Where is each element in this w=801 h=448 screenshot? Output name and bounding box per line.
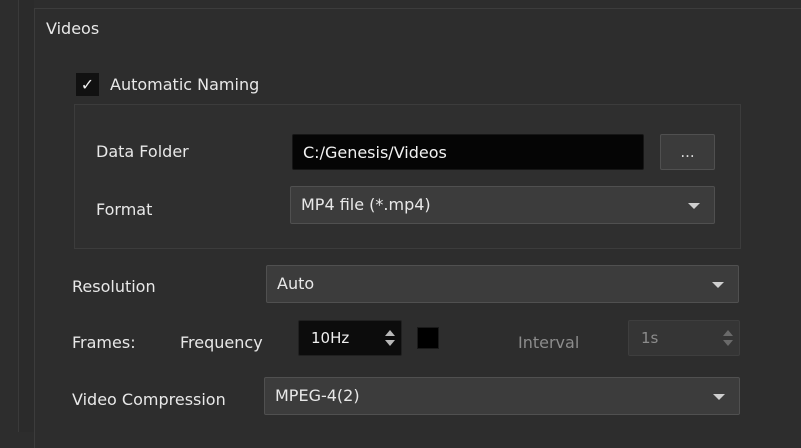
interval-spinbox[interactable]: 1s	[628, 320, 740, 356]
chevron-down-icon	[713, 394, 725, 400]
browse-folder-button[interactable]: ...	[660, 134, 715, 170]
outer-frame	[18, 0, 34, 432]
chevron-down-icon	[712, 282, 724, 288]
automatic-naming-label[interactable]: Automatic Naming	[110, 73, 259, 97]
format-label: Format	[96, 200, 153, 219]
video-compression-selected-value: MPEG-4(2)	[275, 386, 360, 405]
interval-value: 1s	[641, 329, 659, 347]
data-folder-input[interactable]: C:/Genesis/Videos	[292, 134, 644, 170]
arrow-up-icon[interactable]	[385, 330, 395, 336]
interval-label: Interval	[518, 333, 580, 352]
frequency-label: Frequency	[180, 333, 263, 352]
frequency-value: 10Hz	[311, 329, 350, 347]
arrow-down-icon[interactable]	[385, 340, 395, 346]
naming-options-group	[74, 104, 741, 249]
chevron-down-icon	[688, 203, 700, 209]
frames-label: Frames:	[72, 333, 136, 352]
data-folder-label: Data Folder	[96, 142, 189, 161]
format-dropdown[interactable]: MP4 file (*.mp4)	[290, 186, 715, 224]
spin-arrows-icon[interactable]	[721, 328, 735, 350]
spin-arrows-icon[interactable]	[383, 328, 397, 350]
frame-color-swatch[interactable]	[417, 327, 439, 349]
frequency-spinbox[interactable]: 10Hz	[298, 320, 402, 356]
video-compression-dropdown[interactable]: MPEG-4(2)	[264, 377, 740, 415]
arrow-up-icon[interactable]	[723, 330, 733, 336]
arrow-down-icon[interactable]	[723, 340, 733, 346]
videos-group-title: Videos	[46, 19, 100, 38]
format-selected-value: MP4 file (*.mp4)	[301, 195, 431, 214]
resolution-selected-value: Auto	[277, 274, 315, 293]
resolution-dropdown[interactable]: Auto	[266, 265, 739, 303]
resolution-label: Resolution	[72, 277, 156, 296]
automatic-naming-checkbox[interactable]: ✓	[76, 73, 99, 96]
video-compression-label: Video Compression	[72, 390, 226, 409]
